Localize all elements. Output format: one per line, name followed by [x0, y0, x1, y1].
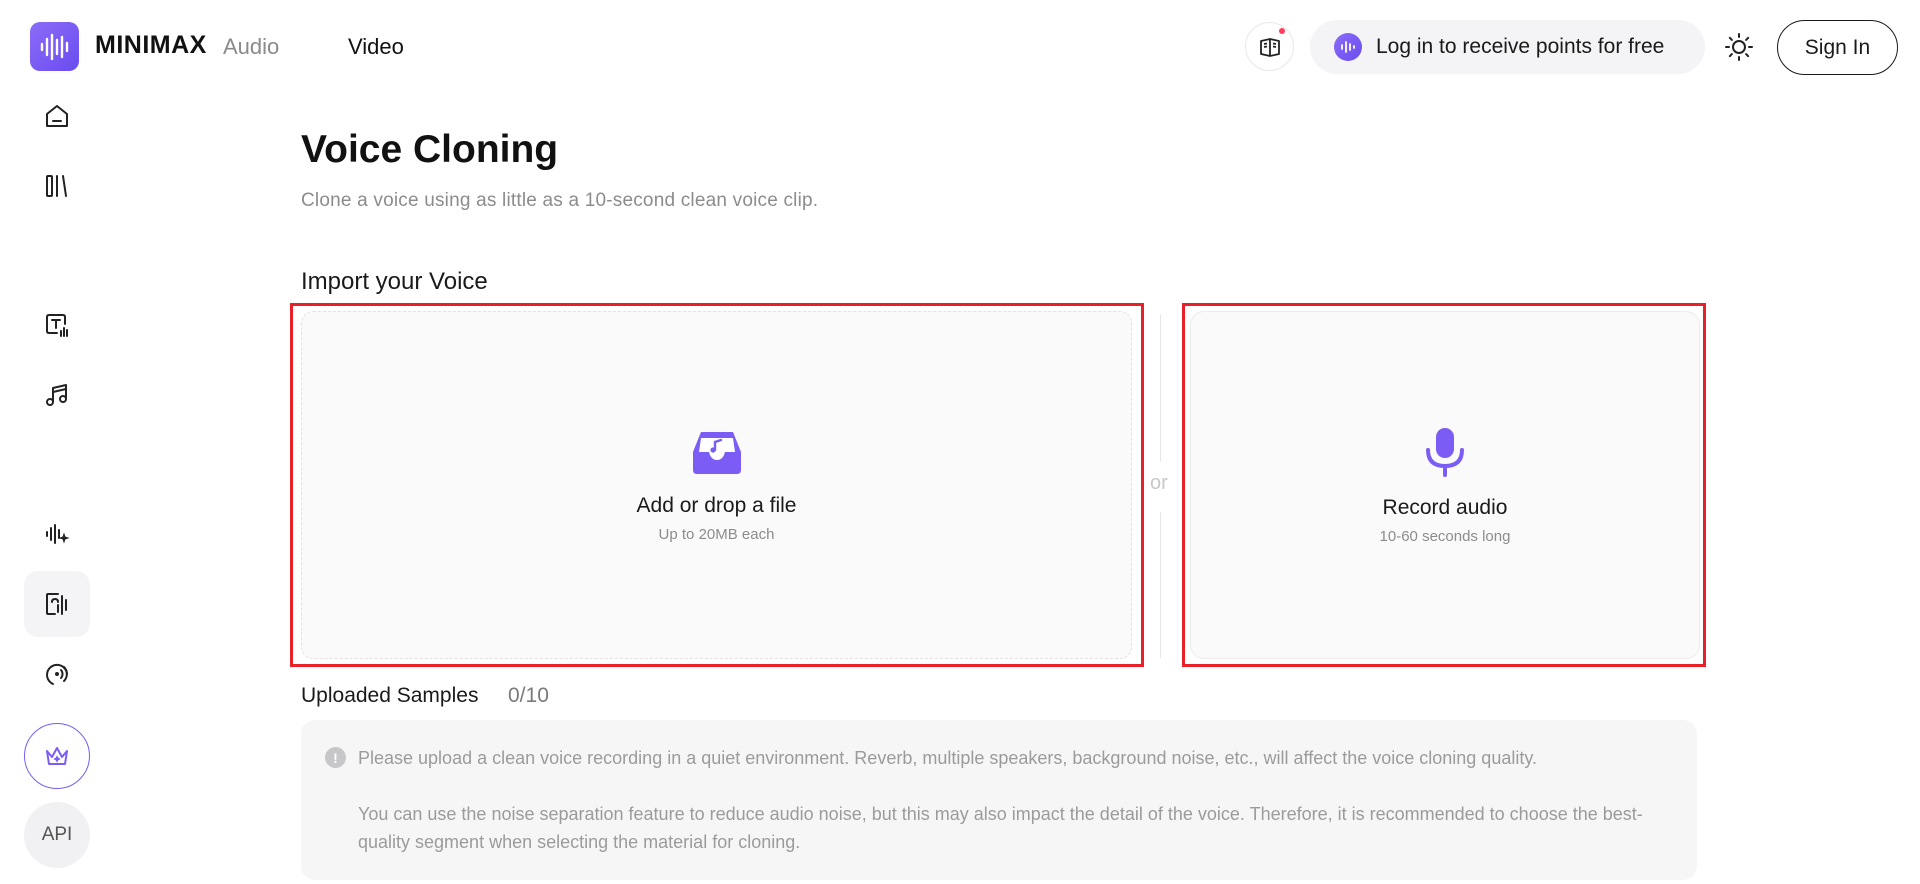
waveform-logo-icon[interactable] [30, 22, 79, 71]
sparkle-wave-icon [46, 524, 70, 544]
sidebar-item-api[interactable]: API [24, 802, 90, 868]
nav-video[interactable]: Video [348, 34, 404, 60]
sidebar-item-home[interactable] [24, 83, 90, 149]
book-icon [1259, 37, 1280, 57]
divider-line-bottom [1160, 512, 1161, 658]
sidebar-item-library[interactable] [24, 153, 90, 219]
sidebar-item-subscription[interactable] [24, 723, 90, 789]
brand-name[interactable]: MINIMAX [95, 31, 207, 60]
page-subtitle: Clone a voice using as little as a 10-se… [301, 190, 819, 211]
highlight-box-upload [290, 303, 1144, 667]
top-header: MINIMAX Audio Video Log in to receive po… [0, 0, 1920, 94]
guide-button[interactable] [1245, 22, 1294, 71]
divider-or: or [1150, 472, 1168, 494]
nav-audio[interactable]: Audio [223, 34, 279, 60]
login-points-label: Log in to receive points for free [1376, 35, 1665, 58]
sidebar-item-music[interactable] [24, 362, 90, 428]
sign-in-button[interactable]: Sign In [1777, 20, 1898, 75]
uploaded-samples-label: Uploaded Samples [301, 684, 479, 707]
info-icon: ! [325, 747, 346, 768]
page-title: Voice Cloning [301, 128, 559, 171]
library-icon [46, 175, 67, 197]
highlight-box-record [1182, 303, 1706, 667]
broadcast-icon [46, 663, 68, 685]
sidebar-item-text-to-speech[interactable] [24, 292, 90, 358]
text-speech-icon [46, 314, 68, 337]
sidebar-item-voice-isolation[interactable] [24, 641, 90, 707]
sun-icon [1725, 33, 1753, 61]
theme-toggle-button[interactable] [1722, 30, 1756, 64]
notification-dot [1279, 28, 1285, 34]
notice-text-quality: Please upload a clean voice recording in… [358, 748, 1537, 768]
crown-icon [46, 747, 68, 765]
notice-text-noise: You can use the noise separation feature… [358, 804, 1643, 852]
divider-line-top [1160, 314, 1161, 462]
uploaded-samples-count: 0/10 [508, 684, 549, 707]
import-section-label: Import your Voice [301, 268, 488, 295]
waveform-points-icon [1334, 33, 1362, 61]
sidebar-item-voice-design[interactable] [24, 501, 90, 567]
login-points-button[interactable]: Log in to receive points for free [1310, 20, 1705, 74]
voice-clone-icon [46, 593, 67, 615]
home-icon [46, 105, 68, 127]
sidebar-item-voice-cloning[interactable] [24, 571, 90, 637]
music-icon [46, 384, 67, 406]
